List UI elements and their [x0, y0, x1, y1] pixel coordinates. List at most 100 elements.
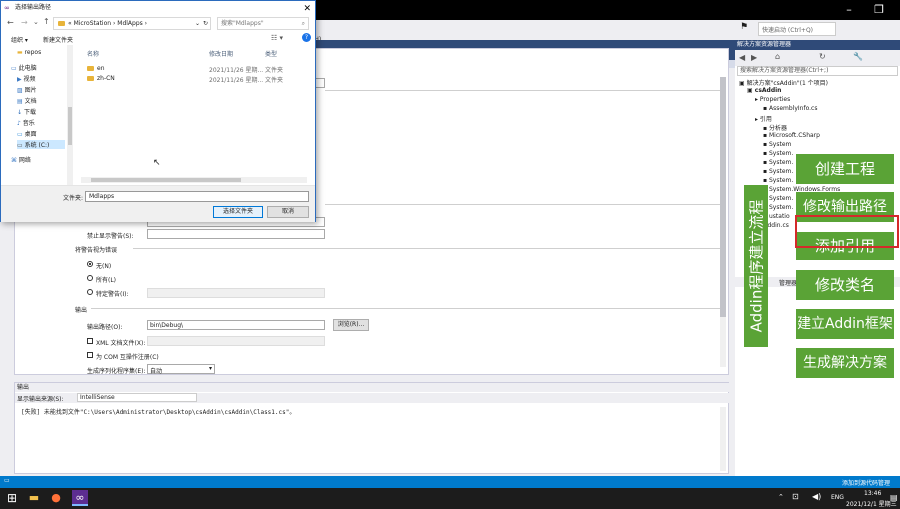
tree-item[interactable]: ▪ 分析器: [763, 123, 787, 132]
cancel-button[interactable]: 取消: [267, 206, 309, 218]
nav-item-label: 桌面: [24, 131, 37, 138]
doc-scrollbar[interactable]: [720, 77, 726, 367]
file-list-hscrollbar[interactable]: [81, 177, 307, 183]
output-panel-title: 输出: [15, 383, 730, 392]
column-name[interactable]: 名称: [87, 49, 99, 58]
folder-name-input[interactable]: Mdlapps: [85, 191, 309, 202]
firefox-icon[interactable]: ●: [48, 490, 64, 506]
nav-item-drive[interactable]: ▭ 系统 (C:): [17, 140, 65, 149]
process-title-banner: Addin程序建立流程: [744, 185, 768, 347]
com-interop-checkbox[interactable]: [87, 352, 93, 358]
nav-item-music[interactable]: ♪ 音乐: [17, 118, 65, 127]
radio-specific[interactable]: [87, 289, 93, 295]
organize-button[interactable]: 组织 ▾: [11, 35, 28, 44]
tree-item[interactable]: ▪ System: [763, 141, 791, 148]
help-icon[interactable]: ?: [302, 33, 311, 42]
file-explorer-icon[interactable]: ▬: [26, 490, 42, 506]
new-folder-button[interactable]: 新建文件夹: [43, 35, 73, 44]
doc-scroll-thumb[interactable]: [720, 77, 726, 317]
recent-chevron-icon[interactable]: ⌄: [33, 18, 39, 26]
source-control-label[interactable]: 添加到源代码管理: [842, 478, 890, 487]
radio-all-label: 所有(L): [96, 277, 117, 284]
file-row[interactable]: en: [87, 65, 105, 72]
volume-icon[interactable]: ◀): [812, 492, 821, 501]
up-arrow-icon[interactable]: ↑: [43, 17, 50, 26]
minimize-icon[interactable]: –: [840, 3, 858, 17]
properties-icon[interactable]: 🔧: [853, 52, 863, 61]
view-options-icon[interactable]: ☷ ▾: [271, 34, 283, 42]
refresh-icon[interactable]: ↻: [203, 18, 208, 29]
show-output-from-select[interactable]: IntelliSense: [77, 393, 197, 402]
home-icon[interactable]: ⌂: [775, 52, 780, 61]
nav-item-doc[interactable]: ▤ 文档: [17, 96, 65, 105]
browse-button[interactable]: 浏览(R)...: [333, 319, 369, 331]
chevron-down-icon[interactable]: ⌄: [195, 18, 200, 29]
refresh-icon[interactable]: ↻: [819, 52, 826, 61]
nav-pane-scroll-thumb[interactable]: [68, 107, 72, 145]
start-icon[interactable]: ⊞: [4, 490, 20, 506]
restore-icon[interactable]: ❐: [870, 3, 888, 17]
divider: [325, 204, 723, 205]
output-text: [失败] 未能找到文件"C:\Users\Administrator\Deskt…: [21, 409, 296, 416]
address-bar[interactable]: « MicroStation › MdlApps › ⌄ ↻: [53, 17, 211, 30]
status-icon: ▭: [4, 477, 10, 484]
solution-search-input[interactable]: 搜索解决方案资源管理器(Ctrl+;): [737, 66, 898, 76]
folder-icon: [87, 66, 94, 71]
divider: [325, 90, 723, 91]
tree-item[interactable]: ▪ System.: [763, 177, 793, 184]
serialization-select[interactable]: 自动 ▾: [147, 364, 215, 375]
tree-item[interactable]: ▪ System.: [763, 168, 793, 175]
suppress-warnings-input[interactable]: [147, 229, 325, 239]
nav-item-folder[interactable]: ▬ repos: [17, 49, 65, 56]
output-path-input[interactable]: bin\Debug\: [147, 320, 325, 330]
hscroll-thumb[interactable]: [91, 178, 241, 182]
xml-doc-label: XML 文档文件(X):: [96, 340, 146, 347]
column-type[interactable]: 类型: [265, 49, 277, 58]
tree-item-label: Microsoft.CSharp: [768, 132, 820, 139]
tree-item[interactable]: ▸ Properties: [755, 96, 790, 103]
folder-name-label: 文件夹:: [63, 195, 84, 202]
tree-item[interactable]: ▪ AssemblyInfo.cs: [763, 105, 818, 112]
forward-arrow-icon[interactable]: →: [21, 18, 28, 27]
suppress-warnings-label: 禁止显示警告(S):: [87, 233, 134, 240]
network-icon[interactable]: ⊡: [792, 492, 799, 501]
nav-item-label: repos: [24, 49, 42, 56]
process-step-6: 生成解决方案: [796, 348, 894, 378]
show-output-from-value: IntelliSense: [80, 394, 115, 401]
radio-all[interactable]: [87, 275, 93, 281]
forward-icon[interactable]: ▶: [751, 53, 757, 62]
nav-pane-scrollbar[interactable]: [67, 45, 73, 185]
quick-launch-input[interactable]: 快速启动 (Ctrl+Q): [758, 22, 836, 36]
nav-item-network[interactable]: ⌘ 网络: [11, 155, 59, 164]
nav-item-image[interactable]: ▨ 图片: [17, 85, 65, 94]
input-language[interactable]: ENG: [831, 494, 844, 501]
tree-item[interactable]: ▪ System.: [763, 150, 793, 157]
tree-item[interactable]: ▪ System.: [763, 159, 793, 166]
close-icon[interactable]: ✕: [303, 2, 311, 16]
notification-icon[interactable]: ▤: [890, 493, 898, 502]
file-row[interactable]: zh-CN: [87, 75, 115, 82]
visual-studio-icon[interactable]: ∞: [72, 490, 88, 506]
tab-explorer[interactable]: 管理器: [779, 278, 797, 287]
radio-none[interactable]: [87, 261, 93, 267]
tree-item[interactable]: ▣ 解决方案"csAddin"(1 个项目): [739, 78, 828, 87]
column-date[interactable]: 修改日期: [209, 49, 233, 58]
dialog-search-input[interactable]: 搜索"Mdlapps" ⌕: [217, 17, 309, 30]
nav-item-pc[interactable]: ▭ 此电脑: [11, 63, 59, 72]
nav-item-label: 音乐: [22, 120, 35, 127]
nav-item-download[interactable]: ↓ 下载: [17, 107, 65, 116]
clock-time[interactable]: 13:46: [864, 490, 881, 497]
select-folder-button[interactable]: 选择文件夹: [213, 206, 263, 218]
tree-item[interactable]: ▸ 引用: [755, 114, 772, 123]
back-icon[interactable]: ◀: [739, 53, 745, 62]
process-step-4: 修改类名: [796, 270, 894, 300]
tray-up-icon[interactable]: ⌃: [778, 493, 784, 501]
nav-item-video[interactable]: ▶ 视频: [17, 74, 65, 83]
tree-item[interactable]: ▣ csAddin: [747, 87, 781, 94]
tree-item[interactable]: ▪ Microsoft.CSharp: [763, 132, 820, 139]
network-icon: ⌘: [11, 157, 19, 164]
nav-item-desktop[interactable]: ▭ 桌面: [17, 129, 65, 138]
back-arrow-icon[interactable]: ←: [7, 18, 14, 27]
output-scrollbar[interactable]: [720, 407, 726, 471]
xml-doc-checkbox[interactable]: [87, 338, 93, 344]
